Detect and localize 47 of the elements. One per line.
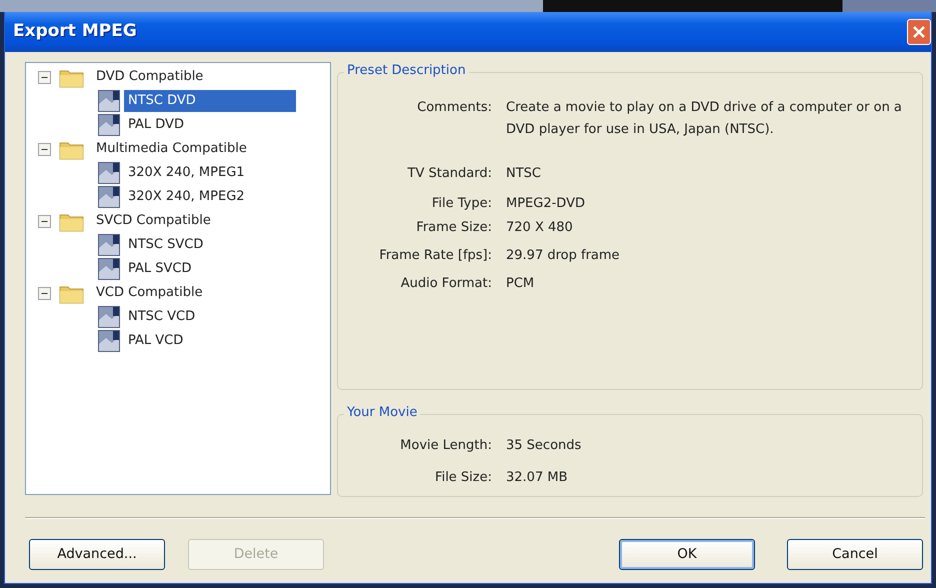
tree-item[interactable]: PAL VCD [124, 330, 188, 352]
movie-preset-icon [98, 306, 120, 328]
close-button[interactable] [907, 19, 931, 45]
group-title: Preset Description [344, 62, 469, 80]
field-value: 35 Seconds [506, 437, 582, 456]
field-label: Frame Rate [fps]: [378, 247, 493, 265]
dialog-button[interactable]: Advanced... [29, 539, 165, 570]
tree-item[interactable]: 320X 240, MPEG1 [124, 162, 249, 184]
dialog-button[interactable]: OK [619, 539, 755, 570]
collapse-icon[interactable] [38, 70, 51, 84]
collapse-icon[interactable] [38, 286, 51, 300]
movie-preset-icon [98, 330, 120, 352]
tree-item[interactable]: NTSC VCD [124, 306, 200, 328]
field-label: Movie Length: [399, 437, 493, 456]
collapse-icon[interactable] [38, 214, 51, 228]
window-title: Export MPEG [13, 20, 137, 44]
field-value: NTSC [506, 165, 541, 183]
movie-preset-icon [98, 114, 120, 136]
field-value: 720 X 480 [506, 219, 573, 237]
field-value: 32.07 MB [506, 469, 568, 488]
tree-item[interactable]: NTSC DVD [124, 90, 296, 112]
movie-preset-icon [98, 186, 120, 208]
field-label: File Type: [430, 195, 493, 213]
tree-item-label[interactable]: VCD Compatible [92, 282, 207, 304]
tree-item[interactable]: PAL DVD [124, 114, 188, 136]
collapse-icon[interactable] [38, 142, 51, 156]
movie-preset-icon [98, 258, 120, 280]
movie-preset-icon [98, 162, 120, 184]
tree-item-label[interactable]: DVD Compatible [92, 66, 208, 88]
field-label: Audio Format: [400, 275, 493, 293]
field-label: TV Standard: [406, 165, 493, 183]
tree-item[interactable]: NTSC SVCD [124, 234, 208, 256]
movie-preset-icon [98, 90, 120, 112]
field-label: File Size: [434, 469, 493, 488]
close-icon [912, 25, 926, 39]
tree-item-label[interactable]: Multimedia Compatible [92, 138, 251, 160]
tree-item-label[interactable]: SVCD Compatible [92, 210, 215, 232]
tree-item[interactable]: PAL SVCD [124, 258, 196, 280]
field-value: Create a movie to play on a DVD drive of a computer or on a DVD player for use in USA, Japan (NTSC). [506, 99, 903, 139]
field-value: 29.97 drop frame [506, 247, 620, 265]
dialog-button[interactable]: Cancel [787, 539, 923, 570]
movie-preset-icon [98, 234, 120, 256]
field-value: PCM [506, 275, 534, 293]
field-label: Frame Size: [415, 219, 493, 237]
tree-item[interactable]: 320X 240, MPEG2 [124, 186, 249, 208]
field-value: MPEG2-DVD [506, 195, 585, 213]
field-label: Comments: [416, 99, 493, 117]
